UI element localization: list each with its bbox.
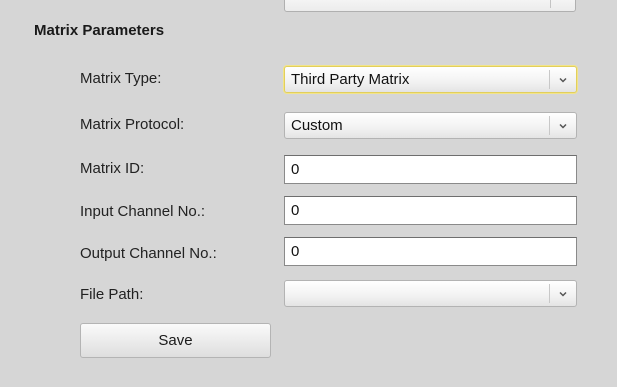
chevron-down-icon[interactable] [557,120,569,132]
matrix-protocol-value: Custom [291,117,343,134]
matrix-type-label: Matrix Type: [80,70,162,87]
dropdown-separator [550,0,551,8]
input-channel-label: Input Channel No.: [80,203,206,220]
chevron-down-icon[interactable] [557,74,569,86]
input-channel-input[interactable] [284,196,577,225]
file-path-label: File Path: [80,286,144,303]
save-button[interactable]: Save [80,323,271,358]
output-channel-input[interactable] [284,237,577,266]
dropdown-separator [549,70,550,89]
matrix-protocol-label: Matrix Protocol: [80,116,185,133]
dropdown-separator [549,116,550,135]
output-channel-label: Output Channel No.: [80,245,217,262]
matrix-id-label: Matrix ID: [80,160,145,177]
previous-dropdown-partial[interactable] [284,0,576,12]
matrix-protocol-select[interactable]: Custom [284,112,577,139]
chevron-down-icon [557,0,569,1]
section-title: Matrix Parameters [34,22,165,39]
matrix-id-input[interactable] [284,155,577,184]
file-path-select[interactable] [284,280,577,307]
matrix-type-value: Third Party Matrix [291,71,410,88]
dropdown-separator [549,284,550,303]
matrix-parameters-panel: Matrix Parameters Matrix Type: Third Par… [0,0,617,387]
matrix-type-select[interactable]: Third Party Matrix [284,66,577,93]
chevron-down-icon[interactable] [557,288,569,300]
